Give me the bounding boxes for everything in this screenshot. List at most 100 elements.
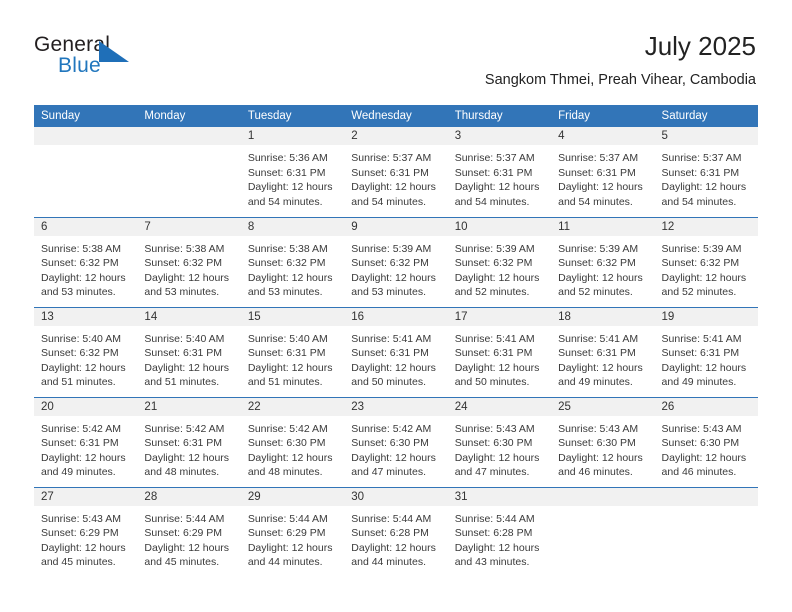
weekday-header-saturday: Saturday — [654, 105, 758, 127]
day-sun-info: Sunrise: 5:40 AM Sunset: 6:31 PM Daylight:… — [137, 326, 240, 390]
day-cell[interactable]: 17 Sunrise: 5:41 AM Sunset: 6:31 PM Dayligh… — [447, 307, 552, 398]
day-sunset-text: Sunset: 6:32 PM — [351, 257, 429, 269]
day-daylight-2-text: and 52 minutes. — [558, 286, 633, 298]
day-daylight-2-text: and 44 minutes. — [247, 556, 323, 568]
day-sunset-text: Sunset: 6:30 PM — [558, 437, 636, 449]
day-sunset-text: Sunset: 6:31 PM — [661, 166, 740, 179]
day-cell[interactable]: 22 Sunrise: 5:42 AM Sunset: 6:30 PM Dayligh… — [240, 397, 345, 488]
day-cell[interactable]: 19 Sunrise: 5:41 AM Sunset: 6:31 PM Dayligh… — [654, 307, 758, 398]
day-daylight-1-text: Daylight: 12 hours — [41, 451, 126, 464]
day-cell[interactable]: 24 Sunrise: 5:43 AM Sunset: 6:30 PM Dayligh… — [447, 397, 552, 488]
day-daylight-1-text: Daylight: 12 hours — [454, 271, 540, 284]
day-sunset-text: Sunset: 6:31 PM — [558, 347, 636, 359]
day-daylight-2-text: and 43 minutes. — [454, 556, 530, 568]
calendar-head: Sunday Monday Tuesday Wednesday Thursday… — [34, 105, 758, 127]
day-sun-info: Sunrise: 5:43 AM Sunset: 6:30 PM Daylight:… — [551, 416, 654, 480]
day-cell[interactable]: 14 Sunrise: 5:40 AM Sunset: 6:31 PM Dayligh… — [137, 307, 241, 398]
day-number: 24 — [447, 397, 552, 416]
calendar-week-row: 20 Sunrise: 5:42 AM Sunset: 6:31 PM Dayligh… — [34, 397, 758, 488]
day-sun-info: Sunrise: 5:44 AM Sunset: 6:28 PM Daylight:… — [344, 506, 447, 570]
day-cell[interactable]: 21 Sunrise: 5:42 AM Sunset: 6:31 PM Dayligh… — [137, 397, 241, 488]
day-sunrise-text: Sunrise: 5:43 AM — [661, 422, 742, 435]
day-sun-info: Sunrise: 5:40 AM Sunset: 6:31 PM Daylight:… — [241, 326, 344, 390]
day-daylight-1-text: Daylight: 12 hours — [454, 181, 540, 193]
day-sunset-text: Sunset: 6:32 PM — [41, 257, 119, 269]
day-cell[interactable]: 3 Sunrise: 5:37 AM Sunset: 6:31 PM Daylight… — [447, 127, 552, 218]
day-cell[interactable]: 29 Sunrise: 5:44 AM Sunset: 6:29 PM Dayligh… — [240, 487, 345, 577]
day-sunset-text: Sunset: 6:32 PM — [247, 257, 326, 269]
day-number: 13 — [34, 307, 138, 326]
day-cell[interactable]: 2 Sunrise: 5:37 AM Sunset: 6:31 PM Daylight… — [344, 127, 448, 218]
day-number — [551, 487, 655, 506]
day-number: 22 — [240, 397, 345, 416]
day-daylight-1-text: Daylight: 12 hours — [41, 271, 126, 284]
day-cell[interactable]: 27 Sunrise: 5:43 AM Sunset: 6:29 PM Dayligh… — [34, 487, 138, 577]
day-daylight-2-text: and 49 minutes. — [661, 376, 737, 388]
day-cell[interactable]: 5 Sunrise: 5:37 AM Sunset: 6:31 PM Daylight… — [654, 127, 758, 218]
day-cell[interactable]: 4 Sunrise: 5:37 AM Sunset: 6:31 PM Daylight… — [551, 127, 655, 218]
day-daylight-2-text: and 54 minutes. — [661, 195, 737, 208]
day-daylight-1-text: Daylight: 12 hours — [41, 361, 126, 374]
day-number: 12 — [654, 217, 758, 236]
title-block: July 2025 Sangkom Thmei, Preah Vihear, C… — [485, 30, 756, 89]
day-cell[interactable]: 11 Sunrise: 5:39 AM Sunset: 6:32 PM Dayligh… — [551, 217, 655, 308]
day-sunset-text: Sunset: 6:31 PM — [247, 347, 326, 359]
day-daylight-1-text: Daylight: 12 hours — [558, 451, 643, 464]
day-sunrise-text: Sunrise: 5:42 AM — [41, 422, 121, 435]
day-cell[interactable]: 1 Sunrise: 5:36 AM Sunset: 6:31 PM Daylight… — [240, 127, 345, 218]
day-cell[interactable]: 20 Sunrise: 5:42 AM Sunset: 6:31 PM Dayligh… — [34, 397, 138, 488]
day-daylight-1-text: Daylight: 12 hours — [247, 451, 333, 464]
day-cell[interactable]: 9 Sunrise: 5:39 AM Sunset: 6:32 PM Daylight… — [344, 217, 448, 308]
day-cell[interactable]: 12 Sunrise: 5:39 AM Sunset: 6:32 PM Dayligh… — [654, 217, 758, 308]
day-sun-info: Sunrise: 5:37 AM Sunset: 6:31 PM Daylight:… — [551, 145, 654, 209]
day-daylight-2-text: and 53 minutes. — [41, 286, 116, 298]
day-sun-info: Sunrise: 5:38 AM Sunset: 6:32 PM Daylight:… — [34, 236, 137, 300]
day-sunrise-text: Sunrise: 5:37 AM — [661, 152, 742, 164]
day-sun-info: Sunrise: 5:36 AM Sunset: 6:31 PM Daylight:… — [241, 145, 344, 209]
day-sunset-text: Sunset: 6:32 PM — [558, 257, 636, 269]
day-sunrise-text: Sunrise: 5:39 AM — [351, 242, 432, 255]
day-sunset-text: Sunset: 6:28 PM — [454, 527, 533, 539]
day-sun-info: Sunrise: 5:37 AM Sunset: 6:31 PM Daylight:… — [655, 145, 758, 209]
day-daylight-2-text: and 46 minutes. — [558, 466, 633, 478]
day-daylight-2-text: and 48 minutes. — [144, 466, 220, 478]
day-daylight-1-text: Daylight: 12 hours — [144, 271, 230, 284]
day-sunset-text: Sunset: 6:30 PM — [454, 437, 533, 449]
day-cell[interactable]: 25 Sunrise: 5:43 AM Sunset: 6:30 PM Dayligh… — [551, 397, 655, 488]
day-cell[interactable]: 15 Sunrise: 5:40 AM Sunset: 6:31 PM Dayligh… — [240, 307, 345, 398]
day-number: 1 — [240, 127, 345, 145]
day-sun-info: Sunrise: 5:40 AM Sunset: 6:32 PM Daylight:… — [34, 326, 137, 390]
day-daylight-1-text: Daylight: 12 hours — [351, 451, 436, 464]
day-daylight-1-text: Daylight: 12 hours — [247, 271, 333, 284]
day-cell[interactable]: 16 Sunrise: 5:41 AM Sunset: 6:31 PM Dayligh… — [344, 307, 448, 398]
day-sunset-text: Sunset: 6:30 PM — [247, 437, 326, 449]
day-daylight-1-text: Daylight: 12 hours — [454, 541, 540, 554]
calendar-week-row: 27 Sunrise: 5:43 AM Sunset: 6:29 PM Dayligh… — [34, 487, 758, 577]
day-sun-info: Sunrise: 5:39 AM Sunset: 6:32 PM Daylight:… — [551, 236, 654, 300]
day-sunset-text: Sunset: 6:31 PM — [661, 347, 740, 359]
day-daylight-2-text: and 54 minutes. — [454, 195, 530, 208]
generalblue-logo[interactable]: General Blue — [34, 33, 184, 85]
day-cell[interactable]: 28 Sunrise: 5:44 AM Sunset: 6:29 PM Dayligh… — [137, 487, 241, 577]
day-sun-info: Sunrise: 5:39 AM Sunset: 6:32 PM Daylight:… — [655, 236, 758, 300]
day-cell[interactable]: 26 Sunrise: 5:43 AM Sunset: 6:30 PM Dayligh… — [654, 397, 758, 488]
day-cell[interactable]: 7 Sunrise: 5:38 AM Sunset: 6:32 PM Daylight… — [137, 217, 241, 308]
day-sunset-text: Sunset: 6:32 PM — [661, 257, 740, 269]
day-cell[interactable]: 18 Sunrise: 5:41 AM Sunset: 6:31 PM Dayligh… — [551, 307, 655, 398]
day-cell[interactable]: 13 Sunrise: 5:40 AM Sunset: 6:32 PM Dayligh… — [34, 307, 138, 398]
day-daylight-1-text: Daylight: 12 hours — [144, 451, 230, 464]
day-sunrise-text: Sunrise: 5:42 AM — [144, 422, 225, 435]
day-number: 23 — [344, 397, 448, 416]
day-daylight-2-text: and 52 minutes. — [454, 286, 530, 298]
day-daylight-1-text: Daylight: 12 hours — [558, 361, 643, 374]
day-sunset-text: Sunset: 6:30 PM — [351, 437, 429, 449]
day-sun-info: Sunrise: 5:44 AM Sunset: 6:29 PM Daylight:… — [241, 506, 344, 570]
day-cell[interactable]: 30 Sunrise: 5:44 AM Sunset: 6:28 PM Dayligh… — [344, 487, 448, 577]
day-cell[interactable]: 10 Sunrise: 5:39 AM Sunset: 6:32 PM Dayligh… — [447, 217, 552, 308]
day-cell[interactable]: 23 Sunrise: 5:42 AM Sunset: 6:30 PM Dayligh… — [344, 397, 448, 488]
day-cell[interactable]: 31 Sunrise: 5:44 AM Sunset: 6:28 PM Dayligh… — [447, 487, 552, 577]
day-number: 6 — [34, 217, 138, 236]
day-cell[interactable]: 8 Sunrise: 5:38 AM Sunset: 6:32 PM Daylight… — [240, 217, 345, 308]
sun-calendar-table: Sunday Monday Tuesday Wednesday Thursday… — [34, 105, 758, 577]
day-cell[interactable]: 6 Sunrise: 5:38 AM Sunset: 6:32 PM Daylight… — [34, 217, 138, 308]
